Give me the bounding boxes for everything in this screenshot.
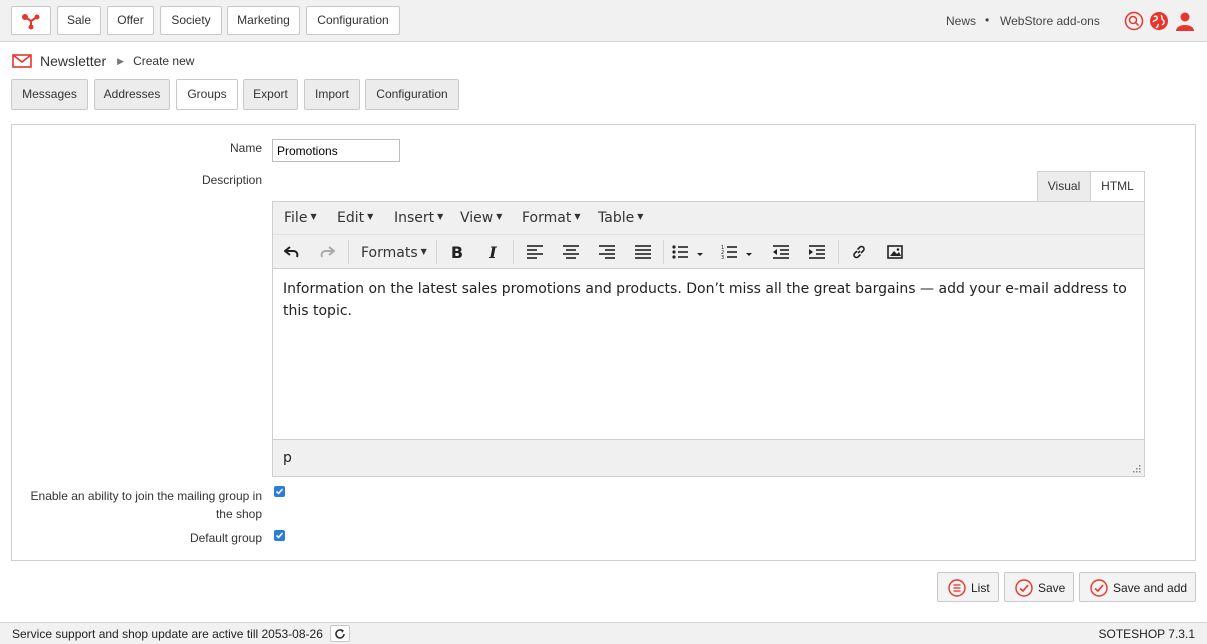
news-link[interactable]: News bbox=[946, 14, 976, 28]
home-logo-button[interactable] bbox=[11, 6, 51, 35]
menu-edit[interactable]: Edit ▼ bbox=[337, 210, 373, 226]
tab-configuration[interactable]: Configuration bbox=[365, 79, 459, 110]
formats-dropdown[interactable]: Formats ▼ bbox=[361, 245, 427, 261]
webstore-addons-link[interactable]: WebStore add-ons bbox=[1000, 14, 1100, 28]
element-path[interactable]: p bbox=[283, 450, 292, 466]
save-and-add-button[interactable]: Save and add bbox=[1079, 572, 1196, 602]
breadcrumb-section[interactable]: Newsletter bbox=[40, 53, 106, 69]
menu-file[interactable]: File ▼ bbox=[284, 210, 317, 226]
tab-addresses[interactable]: Addresses bbox=[94, 79, 170, 110]
user-icon[interactable] bbox=[1175, 11, 1195, 31]
indent-icon[interactable] bbox=[806, 242, 828, 262]
top-bar: Sale Offer Society Marketing Configurati… bbox=[0, 0, 1207, 42]
menu-insert[interactable]: Insert ▼ bbox=[394, 210, 443, 226]
tab-messages[interactable]: Messages bbox=[11, 79, 88, 110]
list-button[interactable]: List bbox=[937, 572, 999, 602]
redo-icon[interactable] bbox=[316, 242, 338, 262]
toolbar-divider bbox=[513, 240, 514, 264]
editor-statusbar: p bbox=[273, 439, 1144, 476]
bullet-list-icon[interactable] bbox=[670, 242, 708, 262]
toolbar-divider bbox=[838, 240, 839, 264]
save-button-label: Save bbox=[1038, 581, 1066, 595]
description-label: Description bbox=[201, 173, 262, 187]
nav-offer[interactable]: Offer bbox=[107, 6, 154, 35]
italic-icon[interactable]: I bbox=[482, 242, 504, 262]
name-label: Name bbox=[229, 141, 262, 155]
link-separator: • bbox=[985, 13, 990, 27]
tab-import[interactable]: Import bbox=[304, 79, 360, 110]
join-group-checkbox[interactable] bbox=[274, 486, 285, 497]
globe-icon[interactable] bbox=[1149, 11, 1169, 31]
align-center-icon[interactable] bbox=[560, 242, 582, 262]
search-icon[interactable] bbox=[1124, 11, 1144, 31]
list-button-label: List bbox=[971, 581, 990, 595]
breadcrumb-arrow-icon: ▶ bbox=[117, 55, 125, 66]
numbered-list-icon[interactable]: 123 bbox=[719, 242, 757, 262]
version-label: SOTESHOP 7.3.1 bbox=[1098, 627, 1196, 641]
join-group-label: Enable an ability to join the mailing gr… bbox=[30, 489, 262, 521]
breadcrumb-current: Create new bbox=[133, 54, 195, 68]
nav-society[interactable]: Society bbox=[160, 6, 222, 35]
checkmark-icon bbox=[275, 532, 284, 539]
align-left-icon[interactable] bbox=[524, 242, 546, 262]
nav-configuration[interactable]: Configuration bbox=[306, 6, 400, 35]
editor-menubar: File ▼ Edit ▼ Insert ▼ View ▼ Format ▼ Table ▼ bbox=[273, 202, 1144, 235]
tab-visual[interactable]: Visual bbox=[1037, 171, 1091, 202]
name-input[interactable] bbox=[272, 139, 400, 162]
toolbar-divider bbox=[348, 240, 349, 264]
menu-format[interactable]: Format ▼ bbox=[522, 210, 581, 226]
menu-view[interactable]: View ▼ bbox=[460, 210, 502, 226]
toolbar-divider bbox=[663, 240, 664, 264]
refresh-icon bbox=[335, 628, 345, 639]
outdent-icon[interactable] bbox=[770, 242, 792, 262]
checkmark-icon bbox=[275, 488, 284, 495]
default-group-checkbox[interactable] bbox=[274, 530, 285, 541]
default-group-label: Default group bbox=[189, 531, 262, 545]
refresh-button[interactable] bbox=[330, 625, 350, 642]
resize-handle-icon[interactable] bbox=[1133, 465, 1141, 473]
editor-toolbar: Formats ▼ B I 123 bbox=[273, 235, 1144, 269]
support-status: Service support and shop update are acti… bbox=[12, 627, 323, 641]
list-icon bbox=[948, 579, 966, 597]
nav-sale[interactable]: Sale bbox=[57, 6, 101, 35]
link-icon[interactable] bbox=[848, 242, 870, 262]
menu-table[interactable]: Table ▼ bbox=[598, 210, 643, 226]
checkmark-circle-icon bbox=[1015, 579, 1033, 597]
rich-text-editor: File ▼ Edit ▼ Insert ▼ View ▼ Format ▼ Table ▼… bbox=[272, 201, 1145, 477]
save-and-add-button-label: Save and add bbox=[1113, 581, 1188, 595]
align-justify-icon[interactable] bbox=[632, 242, 654, 262]
svg-text:3: 3 bbox=[721, 255, 724, 259]
tab-groups[interactable]: Groups bbox=[176, 79, 238, 110]
footer: Service support and shop update are acti… bbox=[0, 622, 1207, 644]
logo-icon bbox=[22, 13, 40, 29]
nav-marketing[interactable]: Marketing bbox=[227, 6, 300, 35]
editor-content[interactable]: Information on the latest sales promotio… bbox=[273, 269, 1144, 439]
image-icon[interactable] bbox=[884, 242, 906, 262]
breadcrumb: Newsletter ▶ Create new bbox=[12, 52, 194, 70]
envelope-icon bbox=[12, 54, 32, 68]
bold-icon[interactable]: B bbox=[446, 242, 468, 262]
align-right-icon[interactable] bbox=[596, 242, 618, 262]
save-button[interactable]: Save bbox=[1004, 572, 1074, 602]
tab-html[interactable]: HTML bbox=[1090, 171, 1145, 202]
toolbar-divider bbox=[436, 240, 437, 264]
tab-export[interactable]: Export bbox=[243, 79, 298, 110]
undo-icon[interactable] bbox=[281, 242, 303, 262]
checkmark-circle-icon bbox=[1090, 579, 1108, 597]
